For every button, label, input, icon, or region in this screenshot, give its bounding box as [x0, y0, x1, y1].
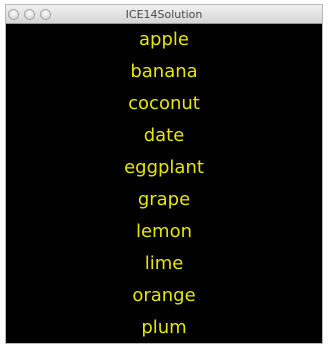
- window-title: ICE14Solution: [125, 8, 203, 21]
- fruit-item-lemon: lemon: [135, 221, 193, 242]
- title-bar[interactable]: ICE14Solution: [6, 5, 322, 24]
- fruit-item-plum: plum: [141, 317, 187, 338]
- fruit-item-orange: orange: [132, 285, 196, 306]
- fruit-item-eggplant: eggplant: [124, 157, 204, 178]
- fruit-item-lime: lime: [144, 253, 184, 274]
- fruit-list: apple banana coconut date eggplant grape…: [6, 24, 322, 343]
- fruit-item-date: date: [143, 125, 185, 146]
- fruit-item-grape: grape: [137, 189, 191, 210]
- app-window: ICE14Solution apple banana coconut date …: [6, 5, 322, 343]
- fruit-item-coconut: coconut: [128, 93, 200, 114]
- fruit-item-banana: banana: [130, 61, 198, 82]
- fruit-item-apple: apple: [139, 29, 189, 50]
